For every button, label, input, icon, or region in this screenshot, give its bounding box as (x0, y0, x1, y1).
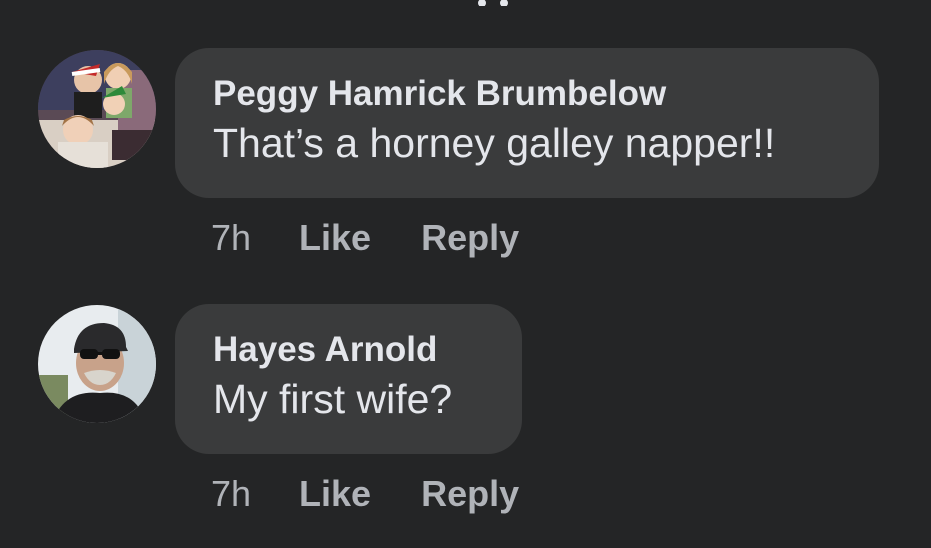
avatar-photo-group (38, 50, 156, 168)
reply-button[interactable]: Reply (421, 473, 519, 514)
avatar[interactable] (38, 50, 156, 168)
comment-actions: 7h Like Reply (211, 474, 519, 514)
comment-timestamp[interactable]: 7h (211, 473, 251, 514)
reply-button[interactable]: Reply (421, 217, 519, 258)
comment-author-name[interactable]: Peggy Hamrick Brumbelow (213, 74, 841, 114)
avatar-photo-man (38, 305, 156, 423)
like-button[interactable]: Like (299, 473, 371, 514)
comment-author-name[interactable]: Hayes Arnold (213, 330, 484, 370)
comment-text: My first wife? (213, 376, 453, 422)
comment-actions: 7h Like Reply (211, 218, 519, 258)
like-button[interactable]: Like (299, 217, 371, 258)
avatar[interactable] (38, 305, 156, 423)
comment-text: That’s a horney galley napper!! (213, 120, 776, 166)
comment-bubble[interactable]: Hayes Arnold My first wife? (175, 304, 522, 454)
previous-comment-fragment (478, 0, 530, 6)
comment-timestamp[interactable]: 7h (211, 217, 251, 258)
comment-bubble[interactable]: Peggy Hamrick Brumbelow That’s a horney … (175, 48, 879, 198)
